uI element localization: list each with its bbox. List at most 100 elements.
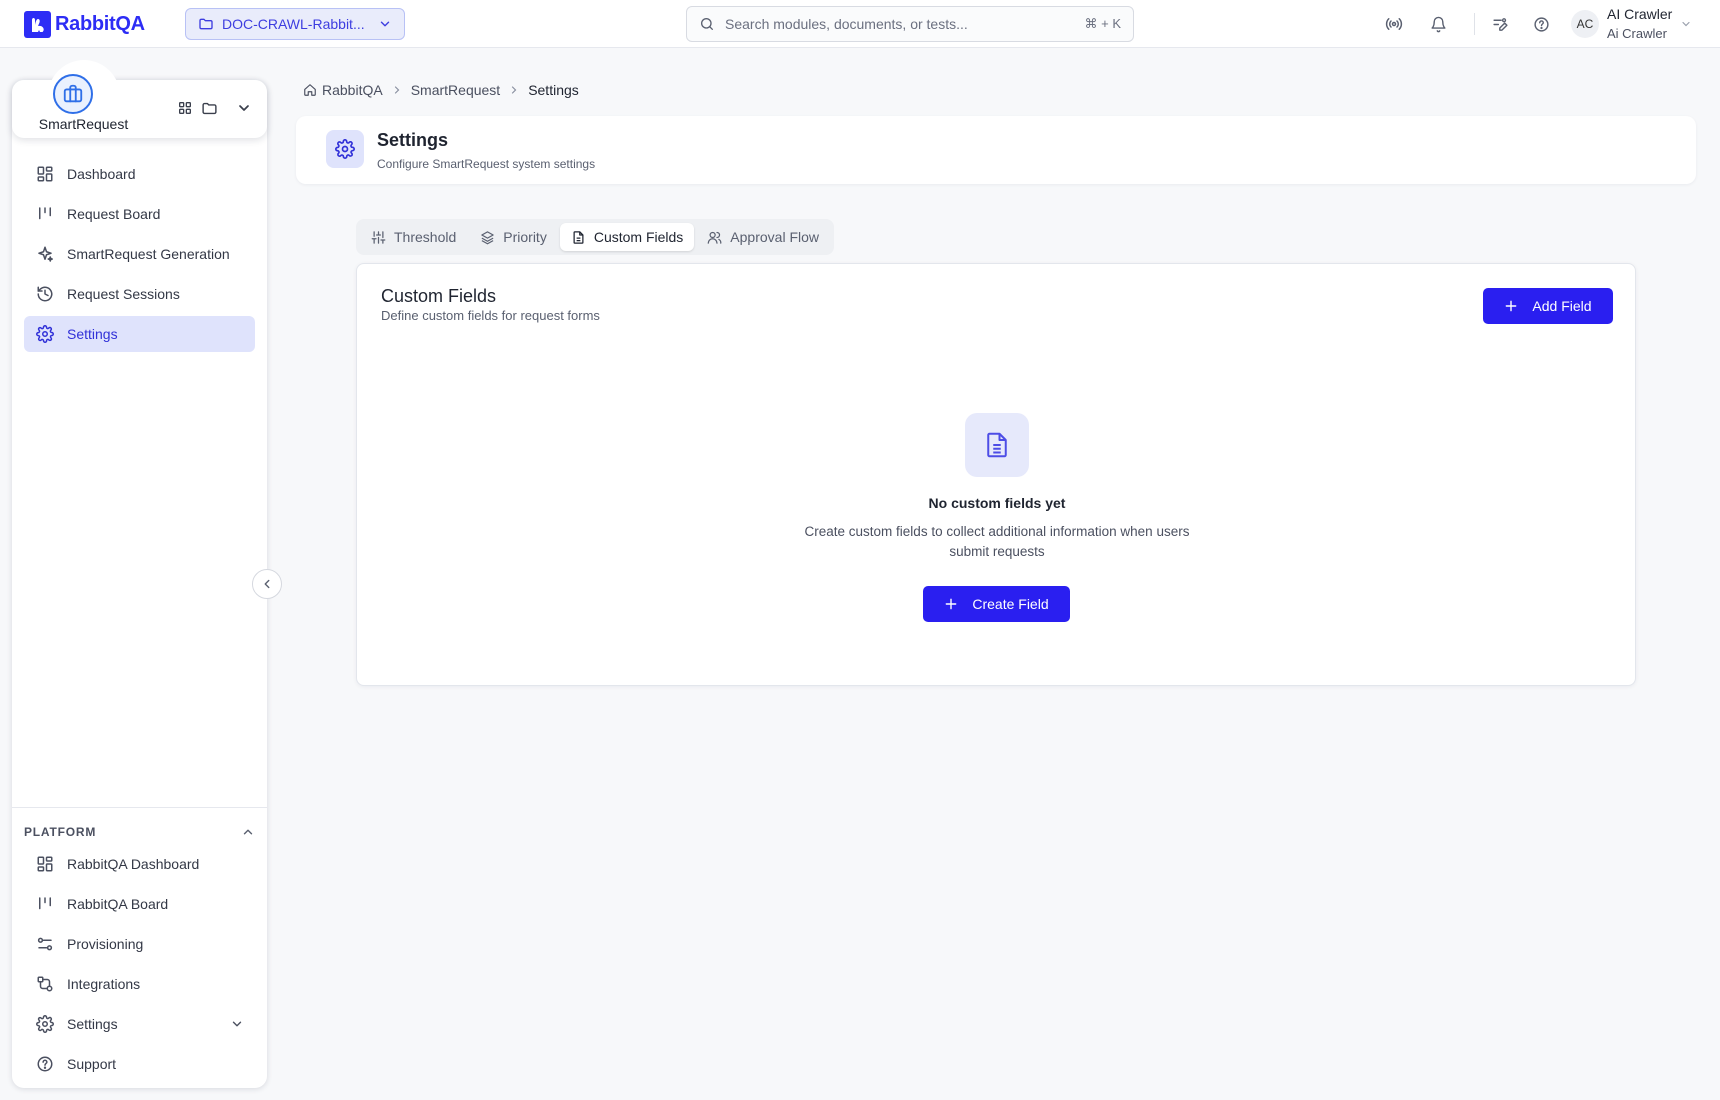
project-selector-label: DOC-CRAWL-Rabbit... bbox=[222, 16, 365, 32]
chevron-right-icon bbox=[508, 84, 520, 96]
sidebar-item-label: RabbitQA Dashboard bbox=[67, 856, 200, 872]
briefcase-icon bbox=[53, 74, 93, 114]
page-title: Settings bbox=[377, 130, 449, 150]
notifications-button[interactable] bbox=[1426, 12, 1450, 36]
sidebar-item-provisioning[interactable]: Provisioning bbox=[24, 926, 255, 962]
tab-label: Custom Fields bbox=[593, 229, 684, 245]
global-search[interactable]: ⌘ + K bbox=[686, 6, 1134, 42]
sidebar-item-label: Provisioning bbox=[67, 936, 144, 952]
tab-label: Threshold bbox=[394, 229, 457, 245]
dashboard-icon bbox=[35, 164, 55, 184]
sidebar-item-integrations[interactable]: Integrations bbox=[24, 966, 255, 1002]
sidebar-item-label: Integrations bbox=[67, 976, 141, 992]
plus-icon bbox=[944, 597, 958, 611]
chevron-down-icon bbox=[378, 17, 392, 31]
tab-approval-flow[interactable]: Approval Flow bbox=[696, 223, 830, 251]
broadcast-icon bbox=[1382, 12, 1406, 36]
create-field-button[interactable]: Create Field bbox=[923, 586, 1070, 622]
sidebar-item-platform-settings[interactable]: Settings bbox=[24, 1006, 255, 1042]
chevron-down-icon[interactable] bbox=[236, 100, 252, 117]
search-shortcut: ⌘ + K bbox=[1084, 16, 1122, 31]
route-icon bbox=[35, 974, 55, 994]
user-name: AI Crawler bbox=[1607, 6, 1673, 22]
project-selector[interactable]: DOC-CRAWL-Rabbit... bbox=[185, 8, 405, 40]
module-nav: Dashboard Request Board SmartRequest Gen… bbox=[24, 156, 255, 356]
document-icon bbox=[965, 413, 1029, 477]
broadcast-button[interactable] bbox=[1382, 12, 1406, 36]
grid-icon[interactable] bbox=[177, 100, 193, 117]
search-icon bbox=[699, 16, 715, 32]
empty-state-title: No custom fields yet bbox=[928, 495, 1066, 511]
user-menu[interactable]: AI Crawler Ai Crawler bbox=[1607, 5, 1672, 43]
dashboard-icon bbox=[35, 854, 55, 874]
tab-priority[interactable]: Priority bbox=[469, 223, 558, 251]
chevron-up-icon bbox=[241, 825, 255, 839]
app-logo-text: RabbitQA bbox=[55, 13, 145, 35]
gear-icon bbox=[35, 1014, 55, 1034]
user-subtitle: Ai Crawler bbox=[1607, 26, 1667, 41]
sidebar-item-rabbitqa-dashboard[interactable]: RabbitQA Dashboard bbox=[24, 846, 255, 882]
sidebar-item-label: Request Board bbox=[67, 206, 161, 222]
module-switcher[interactable]: SmartRequest bbox=[12, 60, 267, 138]
sidebar-item-label: SmartRequest Generation bbox=[67, 246, 230, 262]
gear-icon bbox=[35, 324, 55, 344]
collapse-sidebar-button[interactable] bbox=[252, 569, 282, 599]
folder-icon bbox=[198, 16, 214, 32]
home-icon bbox=[303, 83, 317, 97]
chevron-left-icon bbox=[260, 577, 274, 591]
help-circle-icon bbox=[35, 1054, 55, 1074]
plus-icon bbox=[1504, 299, 1518, 313]
history-icon bbox=[35, 284, 55, 304]
sidebar-item-settings[interactable]: Settings bbox=[24, 316, 255, 352]
page-header: Settings Configure SmartRequest system s… bbox=[296, 116, 1696, 184]
empty-state-text: Create custom fields to collect addition… bbox=[804, 524, 1190, 559]
sidebar-item-request-sessions[interactable]: Request Sessions bbox=[24, 276, 255, 312]
chevron-right-icon bbox=[391, 84, 403, 96]
settings-tabs: Threshold Priority Custom Fields Approva… bbox=[356, 219, 834, 255]
gear-icon bbox=[326, 130, 364, 168]
create-field-label: Create Field bbox=[972, 596, 1049, 612]
top-bar: RabbitQA DOC-CRAWL-Rabbit... ⌘ + K bbox=[0, 0, 1720, 48]
tab-threshold[interactable]: Threshold bbox=[360, 223, 467, 251]
board-icon bbox=[35, 204, 55, 224]
sparkles-icon bbox=[35, 244, 55, 264]
sidebar: SmartRequest Dashboard Request Board Sma… bbox=[12, 60, 267, 1088]
layers-icon bbox=[480, 230, 495, 245]
folder-icon[interactable] bbox=[201, 100, 218, 117]
sliders-vertical-icon bbox=[371, 230, 386, 245]
sidebar-item-dashboard[interactable]: Dashboard bbox=[24, 156, 255, 192]
breadcrumb-current: Settings bbox=[528, 82, 579, 98]
toolbar-divider bbox=[1474, 13, 1475, 35]
sidebar-item-label: Dashboard bbox=[67, 166, 136, 182]
search-input[interactable] bbox=[725, 16, 1075, 32]
add-field-button[interactable]: Add Field bbox=[1483, 288, 1613, 324]
breadcrumb-item[interactable]: SmartRequest bbox=[411, 82, 500, 98]
help-circle-icon bbox=[1529, 12, 1553, 36]
rabbit-logo-icon bbox=[24, 11, 51, 38]
platform-section-title: PLATFORM bbox=[24, 825, 97, 839]
sliders-icon bbox=[35, 934, 55, 954]
platform-section-toggle[interactable]: PLATFORM bbox=[24, 818, 255, 846]
panel-subtitle: Define custom fields for request forms bbox=[381, 308, 600, 323]
avatar[interactable]: AC bbox=[1571, 10, 1599, 38]
sidebar-item-smartrequest-generation[interactable]: SmartRequest Generation bbox=[24, 236, 255, 272]
tab-custom-fields[interactable]: Custom Fields bbox=[559, 223, 695, 251]
breadcrumb-item[interactable]: RabbitQA bbox=[322, 82, 383, 98]
app-logo[interactable]: RabbitQA bbox=[24, 11, 145, 38]
sidebar-item-label: Support bbox=[67, 1056, 117, 1072]
sidebar-item-support[interactable]: Support bbox=[24, 1046, 255, 1082]
panel-title: Custom Fields bbox=[381, 286, 497, 306]
theme-button[interactable] bbox=[1488, 12, 1512, 36]
sidebar-item-request-board[interactable]: Request Board bbox=[24, 196, 255, 232]
file-text-icon bbox=[571, 230, 586, 245]
breadcrumb: RabbitQA SmartRequest Settings bbox=[303, 82, 579, 98]
page-subtitle: Configure SmartRequest system settings bbox=[377, 157, 596, 171]
sidebar-item-rabbitqa-board[interactable]: RabbitQA Board bbox=[24, 886, 255, 922]
sidebar-divider bbox=[12, 807, 267, 808]
sidebar-item-label: RabbitQA Board bbox=[67, 896, 169, 912]
help-button[interactable] bbox=[1529, 12, 1553, 36]
platform-nav: RabbitQA Dashboard RabbitQA Board Provis… bbox=[24, 846, 255, 1086]
chevron-down-icon[interactable] bbox=[1680, 18, 1692, 30]
tab-label: Priority bbox=[503, 229, 547, 245]
paint-icon bbox=[1488, 12, 1512, 36]
